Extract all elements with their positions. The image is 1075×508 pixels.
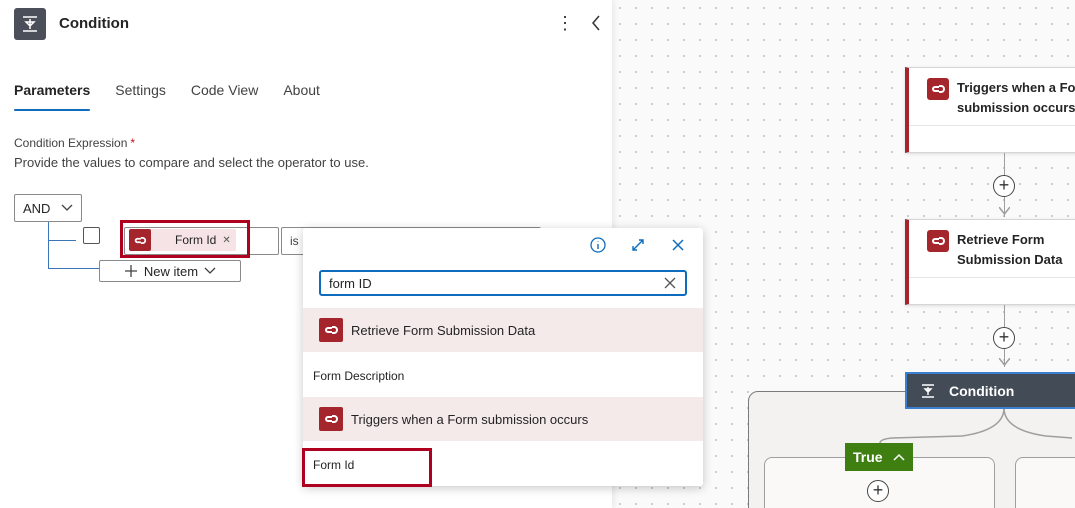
group-label: Triggers when a Form submission occurs: [351, 411, 589, 427]
condition-icon: [14, 8, 46, 40]
chevron-down-icon: [204, 267, 216, 274]
tab-settings[interactable]: Settings: [115, 82, 166, 112]
search-input[interactable]: form ID: [319, 270, 687, 296]
more-vertical-icon[interactable]: ⋮: [556, 12, 574, 34]
condition-panel: Condition ⋮ Parameters Settings Code Vie…: [0, 0, 703, 508]
close-icon[interactable]: [667, 234, 689, 256]
chevron-left-icon[interactable]: [588, 12, 604, 34]
chevron-down-icon: [61, 204, 73, 211]
content-group-header[interactable]: Triggers when a Form submission occurs: [303, 397, 703, 441]
condition-card[interactable]: Condition: [905, 372, 1075, 409]
content-item-form-description[interactable]: Form Description: [313, 369, 404, 383]
trigger-card[interactable]: Triggers when a Fo submission occurs: [905, 67, 1075, 153]
condition-icon: [921, 383, 935, 398]
add-step-button[interactable]: +: [993, 175, 1015, 197]
connector-icon: [319, 318, 343, 342]
field-label: Condition Expression *: [14, 136, 136, 150]
true-branch-toggle[interactable]: True: [845, 443, 913, 471]
clear-search-icon[interactable]: [663, 274, 679, 292]
condition-card-title: Condition: [949, 382, 1015, 399]
search-value: form ID: [329, 276, 372, 291]
group-operator-value: AND: [23, 200, 51, 216]
connector-icon: [927, 78, 949, 100]
highlight-annotation: [120, 220, 250, 258]
new-item-label: New item: [143, 263, 199, 279]
operator-value: is: [290, 234, 299, 248]
row-checkbox[interactable]: [83, 227, 100, 244]
add-step-button[interactable]: +: [993, 327, 1015, 349]
chevron-up-icon: [893, 453, 905, 461]
false-branch: [1015, 457, 1075, 508]
new-item-button[interactable]: New item: [99, 260, 241, 282]
expand-icon[interactable]: [627, 234, 649, 256]
highlight-annotation: [302, 448, 432, 487]
plus-icon: [124, 265, 137, 277]
card-title: Triggers when a Fo submission occurs: [957, 80, 1075, 115]
panel-tabs: Parameters Settings Code View About: [14, 82, 345, 112]
content-group-header[interactable]: Retrieve Form Submission Data: [303, 308, 703, 352]
tab-about[interactable]: About: [283, 82, 320, 112]
retrieve-card[interactable]: Retrieve Form Submission Data: [905, 219, 1075, 305]
tab-code-view[interactable]: Code View: [191, 82, 258, 112]
group-label: Retrieve Form Submission Data: [351, 322, 536, 338]
required-mark: *: [130, 136, 136, 150]
field-description: Provide the values to compare and select…: [14, 155, 369, 170]
group-operator-dropdown[interactable]: AND: [14, 194, 82, 222]
connector-icon: [927, 230, 949, 252]
true-label: True: [853, 449, 883, 465]
panel-title: Condition: [59, 15, 129, 32]
card-title: Retrieve Form Submission Data: [957, 232, 1063, 267]
add-action-in-branch-button[interactable]: +: [867, 480, 889, 502]
tab-parameters[interactable]: Parameters: [14, 82, 91, 112]
info-icon[interactable]: [587, 234, 609, 256]
connector-icon: [319, 407, 343, 431]
